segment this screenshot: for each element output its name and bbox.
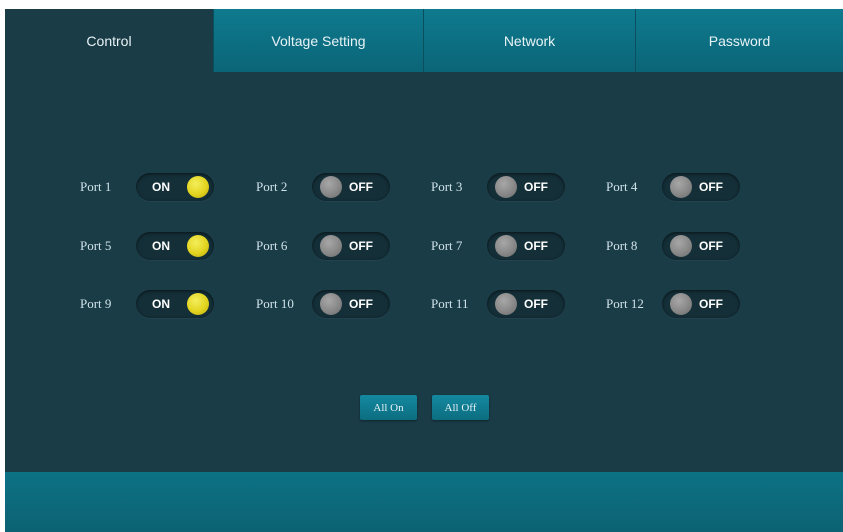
port-label: Port 4 [606,179,638,194]
port-toggle[interactable]: ON [136,173,214,201]
port-4: Port 4 OFF [606,171,740,203]
port-toggle[interactable]: ON [136,232,214,260]
port-label: Port 8 [606,238,638,253]
port-2: Port 2 OFF [256,171,390,203]
port-label: Port 6 [256,238,288,253]
port-12: Port 12 OFF [606,288,740,320]
port-label: Port 12 [606,296,644,311]
switch-state-text: OFF [699,180,723,194]
toggle-knob-icon [670,293,692,315]
toggle-knob-icon [320,293,342,315]
toggle-knob-icon [187,235,209,257]
port-label: Port 7 [431,238,463,253]
port-label: Port 10 [256,296,294,311]
switch-state-text: OFF [349,180,373,194]
toggle-knob-icon [320,235,342,257]
port-label: Port 3 [431,179,463,194]
switch-state-text: ON [152,180,170,194]
port-toggle[interactable]: OFF [312,232,390,260]
toggle-knob-icon [495,176,517,198]
switch-state-text: OFF [524,180,548,194]
toggle-knob-icon [320,176,342,198]
tab-voltage-setting[interactable]: Voltage Setting [213,9,423,72]
switch-state-text: ON [152,239,170,253]
switch-state-text: ON [152,297,170,311]
switch-state-text: OFF [524,239,548,253]
tab-bar: Control Voltage Setting Network Password [5,9,843,72]
port-6: Port 6 OFF [256,230,390,262]
port-3: Port 3 OFF [431,171,565,203]
port-8: Port 8 OFF [606,230,740,262]
footer-bar [5,472,843,532]
switch-state-text: OFF [524,297,548,311]
all-on-button[interactable]: All On [360,395,417,420]
toggle-knob-icon [670,176,692,198]
port-toggle[interactable]: OFF [312,290,390,318]
port-toggle[interactable]: OFF [312,173,390,201]
port-11: Port 11 OFF [431,288,565,320]
port-label: Port 5 [80,238,112,253]
toggle-knob-icon [187,293,209,315]
switch-state-text: OFF [699,239,723,253]
port-5: Port 5 ON [80,230,214,262]
port-7: Port 7 OFF [431,230,565,262]
port-10: Port 10 OFF [256,288,390,320]
port-label: Port 2 [256,179,288,194]
port-9: Port 9 ON [80,288,214,320]
app-window: Control Voltage Setting Network Password… [5,9,843,532]
port-label: Port 11 [431,296,469,311]
toggle-knob-icon [670,235,692,257]
tab-control[interactable]: Control [5,9,213,72]
tab-network[interactable]: Network [423,9,635,72]
toggle-knob-icon [495,293,517,315]
toggle-knob-icon [495,235,517,257]
port-label: Port 1 [80,179,112,194]
toggle-knob-icon [187,176,209,198]
switch-state-text: OFF [349,297,373,311]
port-toggle[interactable]: OFF [487,232,565,260]
all-off-button[interactable]: All Off [432,395,489,420]
control-panel: Port 1 ON Port 2 OFF Port 3 OFF Port 4 O… [5,72,843,472]
port-toggle[interactable]: OFF [487,173,565,201]
port-toggle[interactable]: OFF [662,290,740,318]
tab-password[interactable]: Password [635,9,843,72]
port-toggle[interactable]: OFF [662,232,740,260]
port-label: Port 9 [80,296,112,311]
switch-state-text: OFF [349,239,373,253]
port-toggle[interactable]: ON [136,290,214,318]
port-1: Port 1 ON [80,171,214,203]
switch-state-text: OFF [699,297,723,311]
port-toggle[interactable]: OFF [487,290,565,318]
port-toggle[interactable]: OFF [662,173,740,201]
